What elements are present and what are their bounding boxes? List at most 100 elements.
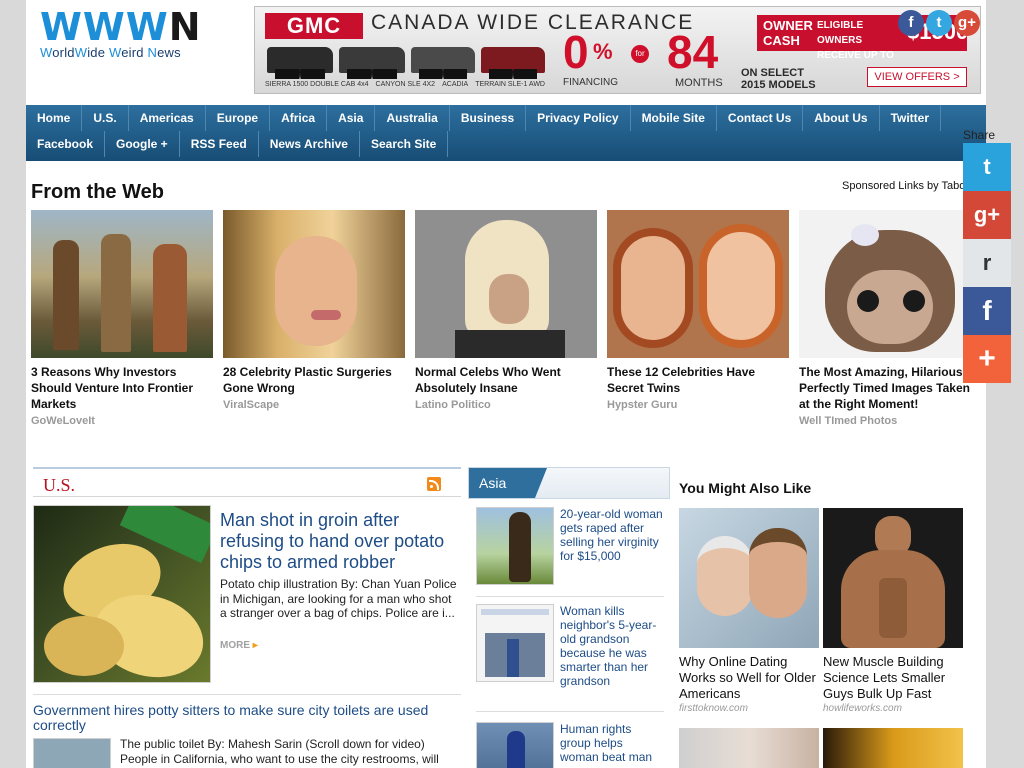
view-offers-button[interactable]: VIEW OFFERS > <box>867 67 967 87</box>
nav-contact-us[interactable]: Contact Us <box>717 105 804 131</box>
asia-list-item[interactable]: 20-year-old woman gets raped after selli… <box>476 507 666 587</box>
ftw-caption[interactable]: These 12 Celebrities Have Secret Twins <box>607 364 789 396</box>
ftw-card[interactable]: 28 Celebrity Plastic Surgeries Gone Wron… <box>223 210 405 411</box>
us-section-title[interactable]: U.S. <box>43 475 75 496</box>
truck-3 <box>411 47 475 79</box>
ad-rate: 0 <box>563 26 589 78</box>
public-toilet-image[interactable] <box>33 738 111 768</box>
nav-us[interactable]: U.S. <box>82 105 129 131</box>
ad-headline: CANADA WIDE CLEARANCE <box>371 11 695 34</box>
nav-australia[interactable]: Australia <box>375 105 450 131</box>
ftw-caption[interactable]: The Most Amazing, Hilarious, Perfectly T… <box>799 364 981 412</box>
site-logo[interactable]: WWWN WorldWide Weird News <box>40 5 202 60</box>
asia-section-title[interactable]: Asia <box>469 468 547 498</box>
ftw-caption[interactable]: 28 Celebrity Plastic Surgeries Gone Wron… <box>223 364 405 396</box>
ftw-source: Latino Politico <box>415 399 491 411</box>
ftw-card[interactable]: Normal Celebs Who Went Absolutely Insane… <box>415 210 597 411</box>
ymal-card[interactable]: New Muscle Building Science Lets Smaller… <box>823 508 963 714</box>
google-plus-icon[interactable]: g+ <box>954 10 980 36</box>
nav-about-us[interactable]: About Us <box>803 105 880 131</box>
asia-headline[interactable]: 20-year-old woman gets raped after selli… <box>560 507 664 563</box>
asia-thumb-image[interactable] <box>476 507 554 585</box>
nav-europe[interactable]: Europe <box>206 105 271 131</box>
ymal-caption[interactable]: Why Online Dating Works so Well for Olde… <box>679 654 819 702</box>
logo-mark-n: N <box>168 5 202 49</box>
nav-mobile-site[interactable]: Mobile Site <box>631 105 717 131</box>
nav-asia[interactable]: Asia <box>327 105 376 131</box>
divider <box>476 596 664 597</box>
ftw-image-frontiersmen[interactable] <box>31 210 213 358</box>
ymal-image-muscle[interactable] <box>823 508 963 648</box>
ftw-image-monkey[interactable] <box>799 210 981 358</box>
share-facebook-button[interactable]: f <box>963 287 1011 335</box>
nav-twitter[interactable]: Twitter <box>880 105 942 131</box>
nav-facebook[interactable]: Facebook <box>26 131 106 157</box>
ftw-card[interactable]: 3 Reasons Why Investors Should Venture I… <box>31 210 213 427</box>
ad-models: SIERRA 1500 DOUBLE CAB 4x4 CANYON SLE 4X… <box>265 81 545 88</box>
ymal-card[interactable]: Why Online Dating Works so Well for Olde… <box>679 508 819 714</box>
sponsored-links[interactable]: Sponsored Links by Taboola <box>842 180 980 192</box>
ftw-card[interactable]: The Most Amazing, Hilarious, Perfectly T… <box>799 210 981 427</box>
ftw-source: Hypster Guru <box>607 399 678 411</box>
story-summary: Potato chip illustration By: Chan Yuan P… <box>220 577 457 620</box>
ymal-image-partial[interactable] <box>823 728 963 768</box>
ymal-card[interactable] <box>679 728 819 768</box>
asia-thumb-image[interactable] <box>476 604 554 682</box>
nav-americas[interactable]: Americas <box>129 105 206 131</box>
story-summary: The public toilet By: Mahesh Sarin (Scro… <box>120 737 439 766</box>
ad-model: SIERRA 1500 DOUBLE CAB 4x4 <box>265 81 369 88</box>
ad-owner-cash-label: OWNER CASH <box>763 18 813 48</box>
ad-months-number: 84 <box>667 26 719 78</box>
potato-chip-image[interactable] <box>33 505 211 683</box>
nav-business[interactable]: Business <box>450 105 527 131</box>
nav-africa[interactable]: Africa <box>270 105 328 131</box>
ad-model-year: 2015 MODELS <box>741 79 816 91</box>
ftw-image-twins[interactable] <box>607 210 789 358</box>
ad-eligible: ELIGIBLE OWNERS RECEIVE UP TO <box>817 20 894 61</box>
logo-mark: WWWN <box>40 5 202 49</box>
nav-rss-feed[interactable]: RSS Feed <box>180 131 259 157</box>
share-google-plus-button[interactable]: g+ <box>963 191 1011 239</box>
ftw-card[interactable]: These 12 Celebrities Have Secret Twins H… <box>607 210 789 411</box>
ymal-source: howlifeworks.com <box>823 703 902 714</box>
nav-row-1: Home U.S. Americas Europe Africa Asia Au… <box>26 105 942 131</box>
ftw-source: ViralScape <box>223 399 280 411</box>
share-label: Share <box>963 128 996 142</box>
story-headline[interactable]: Government hires potty sitters to make s… <box>33 703 461 733</box>
nav-google-plus[interactable]: Google + <box>105 131 180 157</box>
ftw-image-celebrity[interactable] <box>223 210 405 358</box>
asia-list-item[interactable]: Woman kills neighbor's 5-year-old grands… <box>476 604 666 688</box>
ymal-card[interactable] <box>823 728 963 768</box>
share-more-button[interactable]: + <box>963 335 1011 383</box>
asia-headline[interactable]: Woman kills neighbor's 5-year-old grands… <box>560 604 664 688</box>
share-twitter-button[interactable]: t <box>963 143 1011 191</box>
ymal-image-partial[interactable] <box>679 728 819 768</box>
nav-home[interactable]: Home <box>26 105 83 131</box>
ftw-caption[interactable]: 3 Reasons Why Investors Should Venture I… <box>31 364 213 412</box>
more-link[interactable]: MORE ▸ <box>220 640 258 651</box>
share-reddit-button[interactable]: r <box>963 239 1011 287</box>
asia-headline[interactable]: Human rights group helps woman beat man <box>560 722 664 764</box>
ymal-caption[interactable]: New Muscle Building Science Lets Smaller… <box>823 654 963 702</box>
facebook-icon[interactable]: f <box>898 10 924 36</box>
you-might-also-like-title: You Might Also Like <box>679 480 812 496</box>
asia-thumb-image[interactable] <box>476 722 554 768</box>
story-headline[interactable]: Man shot in groin after refusing to hand… <box>220 510 460 573</box>
ftw-caption[interactable]: Normal Celebs Who Went Absolutely Insane <box>415 364 597 396</box>
twitter-icon[interactable]: t <box>926 10 952 36</box>
gmc-banner-ad[interactable]: GMC CANADA WIDE CLEARANCE SIERRA 1500 DO… <box>254 6 981 94</box>
ad-rate-unit: % <box>593 39 613 64</box>
rss-icon[interactable] <box>427 477 441 491</box>
us-section-header: U.S. <box>33 467 461 497</box>
asia-section-header: Asia <box>468 467 670 499</box>
nav-privacy-policy[interactable]: Privacy Policy <box>526 105 631 131</box>
asia-list-item[interactable]: Human rights group helps woman beat man <box>476 722 666 768</box>
ad-model: ACADIA <box>442 81 469 88</box>
nav-news-archive[interactable]: News Archive <box>259 131 360 157</box>
ftw-source: Well TImed Photos <box>799 415 898 427</box>
ymal-image-couple[interactable] <box>679 508 819 648</box>
ad-model: CANYON SLE 4X2 <box>375 81 436 88</box>
ftw-image-blonde[interactable] <box>415 210 597 358</box>
truck-1 <box>267 47 333 79</box>
nav-search-site[interactable]: Search Site <box>360 131 449 157</box>
